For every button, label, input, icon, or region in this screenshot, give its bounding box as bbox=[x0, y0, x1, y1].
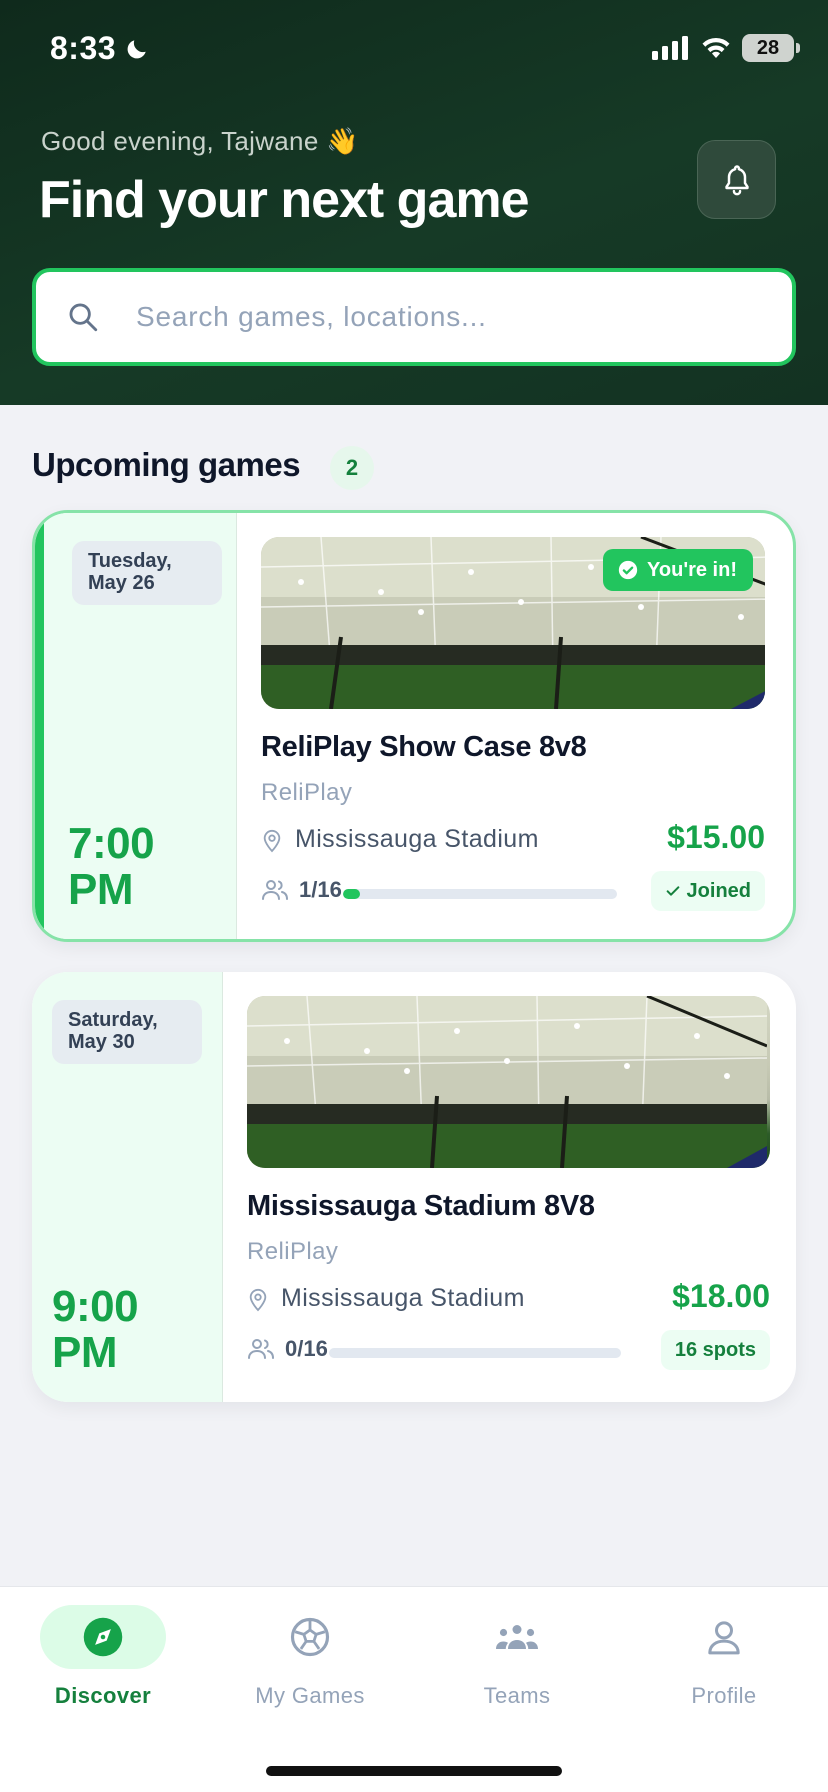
date-weekday: Tuesday, bbox=[88, 550, 172, 572]
game-time-hour: 9:00 bbox=[52, 1282, 139, 1331]
section-title: Upcoming games bbox=[32, 446, 301, 483]
game-price: $18.00 bbox=[672, 1278, 770, 1314]
nav-item-teams[interactable]: Teams bbox=[417, 1605, 617, 1725]
youre-in-badge: You're in! bbox=[603, 549, 753, 591]
map-pin-icon bbox=[263, 829, 281, 852]
search-icon bbox=[69, 303, 98, 332]
profile-icon bbox=[708, 1621, 740, 1655]
battery-level: 28 bbox=[756, 36, 780, 59]
nav-label-profile: Profile bbox=[691, 1683, 757, 1708]
game-location: Mississauga Stadium bbox=[247, 1284, 525, 1313]
date-weekday: Saturday, bbox=[68, 1009, 158, 1031]
game-title: Mississauga Stadium 8V8 bbox=[247, 1190, 595, 1222]
location-name: Mississauga Stadium bbox=[281, 1284, 525, 1312]
bottom-nav: Discover My Games Teams Profile bbox=[0, 1586, 828, 1792]
notifications-button[interactable] bbox=[697, 140, 776, 219]
game-time: 7:00 PM bbox=[68, 819, 155, 914]
date-chip: Tuesday, May 26 bbox=[72, 541, 222, 605]
status-bar: 8:33 28 bbox=[0, 0, 828, 100]
check-circle-icon bbox=[618, 560, 638, 580]
check-icon bbox=[666, 886, 679, 896]
game-card-datetime: Saturday, May 30 9:00 PM bbox=[32, 972, 223, 1402]
date-day: May 30 bbox=[68, 1031, 135, 1053]
game-location: Mississauga Stadium bbox=[261, 825, 539, 854]
game-time-period: PM bbox=[68, 865, 134, 914]
nav-label-discover: Discover bbox=[54, 1683, 152, 1708]
map-pin-icon bbox=[249, 1288, 267, 1311]
game-organizer: ReliPlay bbox=[247, 1238, 339, 1265]
status-time-text: 8:33 bbox=[50, 30, 117, 66]
search-input[interactable] bbox=[136, 294, 756, 340]
game-time: 9:00 PM bbox=[52, 1282, 139, 1377]
greeting: Good evening, Tajwane 👋 bbox=[41, 126, 359, 156]
compass-icon bbox=[83, 1617, 123, 1657]
date-day: May 26 bbox=[88, 572, 155, 594]
field-photo bbox=[247, 996, 770, 1168]
status-indicators: 28 bbox=[652, 34, 800, 62]
joined-status-chip: Joined bbox=[650, 871, 765, 911]
players-count: 1/16 bbox=[261, 877, 342, 903]
game-price: $15.00 bbox=[667, 819, 765, 855]
players-progress bbox=[329, 1348, 621, 1358]
nav-label-my-games: My Games bbox=[255, 1683, 365, 1708]
home-indicator bbox=[266, 1766, 562, 1776]
search-box[interactable] bbox=[32, 268, 796, 366]
nav-item-discover[interactable]: Discover bbox=[3, 1605, 203, 1725]
players-count: 0/16 bbox=[247, 1336, 328, 1362]
players-progress-fill bbox=[343, 889, 361, 899]
joined-label: Joined bbox=[686, 879, 751, 902]
soccer-ball-icon bbox=[290, 1617, 330, 1657]
players-icon bbox=[248, 1339, 274, 1359]
game-time-hour: 7:00 bbox=[68, 819, 155, 868]
field-photo: You're in! bbox=[261, 537, 765, 709]
battery-indicator: 28 bbox=[742, 34, 800, 62]
game-card[interactable]: Saturday, May 30 9:00 PM Mississauga Sta… bbox=[32, 972, 796, 1402]
wifi-icon bbox=[702, 37, 730, 58]
players-text: 0/16 bbox=[285, 1336, 328, 1361]
date-chip: Saturday, May 30 bbox=[52, 1000, 202, 1064]
nav-item-profile[interactable]: Profile bbox=[624, 1605, 824, 1725]
status-time: 8:33 bbox=[50, 30, 150, 67]
game-card[interactable]: Tuesday, May 26 7:00 PM You're in! ReliP… bbox=[32, 510, 796, 942]
page-title: Find your next game bbox=[39, 171, 530, 229]
location-name: Mississauga Stadium bbox=[295, 825, 539, 853]
team-icon bbox=[496, 1625, 538, 1649]
game-card-datetime: Tuesday, May 26 7:00 PM bbox=[35, 513, 237, 939]
games-count-badge: 2 bbox=[330, 446, 374, 490]
header: 8:33 28 Good evening, Tajwane 👋 Find you bbox=[0, 0, 828, 405]
players-text: 1/16 bbox=[299, 877, 342, 902]
spots-status-chip: 16 spots bbox=[660, 1330, 770, 1370]
nav-label-teams: Teams bbox=[483, 1683, 551, 1708]
players-progress bbox=[343, 889, 617, 899]
players-icon bbox=[262, 880, 288, 900]
game-title: ReliPlay Show Case 8v8 bbox=[261, 731, 587, 763]
signal-icon bbox=[652, 36, 688, 60]
youre-in-label: You're in! bbox=[647, 558, 737, 581]
nav-item-my-games[interactable]: My Games bbox=[210, 1605, 410, 1725]
game-time-period: PM bbox=[52, 1328, 118, 1377]
bell-icon bbox=[724, 164, 749, 195]
spots-label: 16 spots bbox=[674, 1338, 756, 1361]
game-organizer: ReliPlay bbox=[261, 779, 353, 806]
moon-icon bbox=[127, 39, 146, 58]
